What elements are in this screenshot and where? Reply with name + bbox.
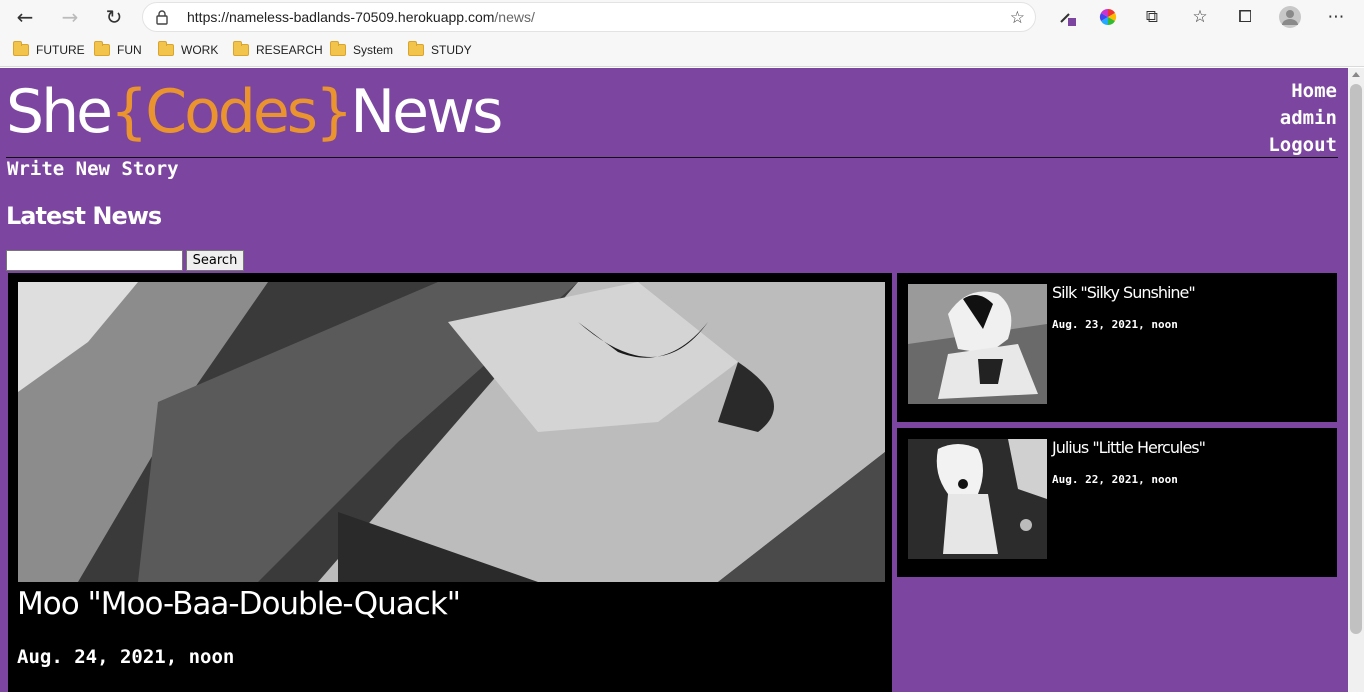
- logo-she: She: [6, 77, 113, 147]
- bookmarks-bar: FUTURE FUN WORK RESEARCH System STUDY: [0, 34, 1364, 67]
- logo-codes: {Codes}: [110, 77, 353, 147]
- story-date: Aug. 22, 2021, noon: [1052, 473, 1178, 486]
- search-input[interactable]: [6, 250, 183, 271]
- story-thumbnail[interactable]: [908, 439, 1047, 559]
- nav-logout-link[interactable]: Logout: [1268, 132, 1337, 159]
- featured-story-date: Aug. 24, 2021, noon: [17, 646, 235, 668]
- scroll-up-arrow-icon[interactable]: [1352, 72, 1360, 77]
- back-icon[interactable]: ←: [12, 4, 38, 30]
- featured-story-image[interactable]: [18, 282, 885, 582]
- profile-avatar-icon[interactable]: [1278, 5, 1302, 29]
- lock-icon[interactable]: [155, 9, 169, 25]
- folder-icon: [233, 41, 249, 56]
- bookmark-label: FUN: [117, 43, 142, 57]
- story-card[interactable]: Silk "Silky Sunshine" Aug. 23, 2021, noo…: [897, 273, 1337, 422]
- top-nav: Home admin Logout: [1268, 78, 1337, 159]
- eyedropper-extension-icon[interactable]: [1056, 5, 1080, 29]
- bookmark-folder[interactable]: System: [330, 41, 393, 59]
- story-thumbnail[interactable]: [908, 284, 1047, 404]
- bookmark-label: FUTURE: [36, 43, 85, 57]
- browser-toolbar: ← → ↻ https://nameless-badlands-70509.he…: [0, 0, 1364, 34]
- featured-story-card[interactable]: Moo "Moo-Baa-Double-Quack" Aug. 24, 2021…: [8, 273, 892, 692]
- more-menu-icon[interactable]: ⋯: [1324, 5, 1348, 29]
- bookmark-folder[interactable]: WORK: [158, 41, 218, 59]
- bookmark-folder[interactable]: STUDY: [408, 41, 472, 59]
- reload-icon[interactable]: ↻: [101, 4, 127, 30]
- page-viewport: She{Codes}News Home admin Logout Write N…: [0, 68, 1348, 692]
- url-text[interactable]: https://nameless-badlands-70509.herokuap…: [187, 9, 535, 25]
- extensions-puzzle-icon[interactable]: ⧉: [1140, 5, 1164, 29]
- folder-icon: [158, 41, 174, 56]
- bookmark-label: RESEARCH: [256, 43, 323, 57]
- folder-icon: [330, 41, 346, 56]
- story-date: Aug. 23, 2021, noon: [1052, 318, 1178, 331]
- section-title: Latest News: [6, 202, 162, 230]
- folder-icon: [94, 41, 110, 56]
- bookmark-folder[interactable]: FUTURE: [13, 41, 85, 59]
- header-divider: [6, 157, 1338, 158]
- add-favorite-icon[interactable]: ☆: [1010, 8, 1025, 28]
- nav-home-link[interactable]: Home: [1268, 78, 1337, 105]
- bookmark-label: System: [353, 43, 394, 57]
- site-logo[interactable]: She{Codes}News: [6, 82, 503, 142]
- search-button[interactable]: Search: [186, 250, 244, 271]
- favorites-icon[interactable]: ☆: [1188, 5, 1212, 29]
- nav-admin-link[interactable]: admin: [1268, 105, 1337, 132]
- color-wheel-extension-icon[interactable]: [1096, 5, 1120, 29]
- url-host: https://nameless-badlands-70509.herokuap…: [187, 9, 495, 25]
- url-path: /news/: [494, 9, 535, 25]
- scrollbar-thumb[interactable]: [1350, 84, 1362, 634]
- forward-icon[interactable]: →: [57, 4, 83, 30]
- address-bar[interactable]: https://nameless-badlands-70509.herokuap…: [142, 2, 1036, 32]
- page-scrollbar[interactable]: [1348, 68, 1364, 692]
- folder-icon: [13, 41, 29, 56]
- write-new-story-link[interactable]: Write New Story: [7, 158, 179, 180]
- logo-news: News: [350, 77, 503, 147]
- collections-icon[interactable]: ⧠: [1233, 5, 1257, 29]
- featured-story-title[interactable]: Moo "Moo-Baa-Double-Quack": [17, 586, 461, 622]
- folder-icon: [408, 41, 424, 56]
- story-title[interactable]: Silk "Silky Sunshine": [1052, 283, 1196, 302]
- story-card[interactable]: Julius "Little Hercules" Aug. 22, 2021, …: [897, 428, 1337, 577]
- bookmark-label: STUDY: [431, 43, 472, 57]
- bookmark-folder[interactable]: RESEARCH: [233, 41, 323, 59]
- bookmark-folder[interactable]: FUN: [94, 41, 142, 59]
- story-title[interactable]: Julius "Little Hercules": [1052, 438, 1206, 457]
- bookmark-label: WORK: [181, 43, 219, 57]
